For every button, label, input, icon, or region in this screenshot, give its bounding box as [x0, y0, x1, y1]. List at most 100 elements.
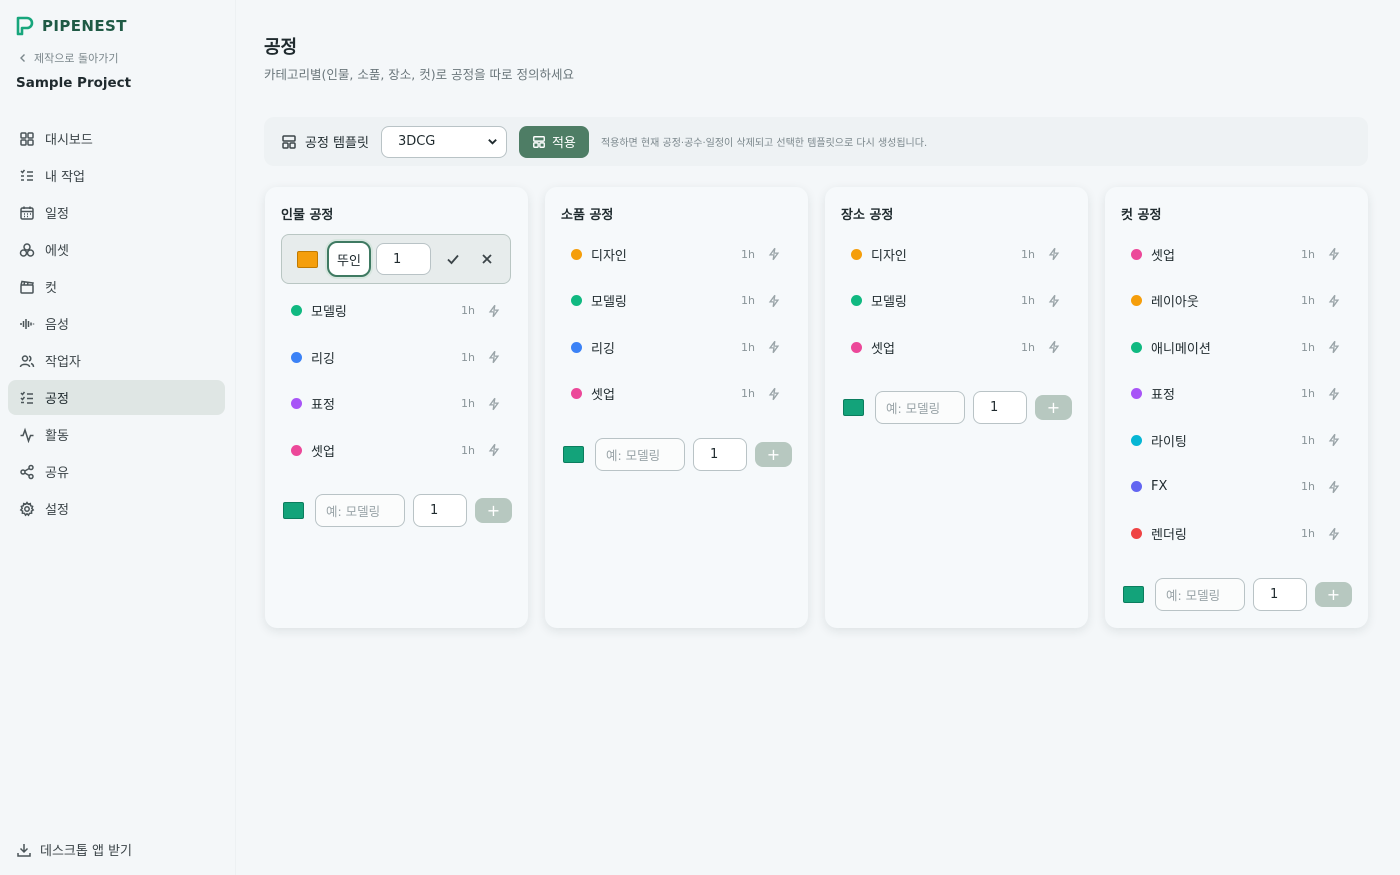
bolt-icon[interactable] [1327, 340, 1341, 354]
bolt-icon[interactable] [487, 397, 501, 411]
bolt-icon[interactable] [1327, 247, 1341, 261]
color-swatch[interactable] [297, 250, 318, 268]
new-process-hours-input[interactable]: 1 [973, 391, 1027, 424]
cancel-close-icon[interactable] [479, 251, 495, 267]
sidebar-item-settings[interactable]: 설정 [8, 491, 225, 526]
process-item[interactable]: 셋업 1h [841, 327, 1071, 367]
process-duration: 1h [1301, 294, 1315, 308]
add-process-button[interactable]: + [475, 498, 512, 523]
sidebar-item-cuts[interactable]: 컷 [8, 269, 225, 304]
apply-template-button[interactable]: 적용 [518, 125, 589, 158]
bolt-icon[interactable] [487, 350, 501, 364]
new-process-name-input[interactable]: 예: 모델링 [315, 494, 405, 527]
template-select-value: 3DCG [397, 134, 436, 149]
back-to-production-link[interactable]: 제작으로 돌아가기 [18, 50, 118, 66]
bolt-icon[interactable] [1047, 247, 1061, 261]
bolt-icon[interactable] [1327, 387, 1341, 401]
process-duration: 1h [741, 387, 755, 401]
sidebar-item-dashboard[interactable]: 대시보드 [8, 121, 225, 156]
bolt-icon[interactable] [1327, 527, 1341, 541]
sidebar: PIPENEST 제작으로 돌아가기 Sample Project 대시보드 내… [0, 0, 236, 875]
process-list-icon [20, 391, 33, 404]
new-process-name-input[interactable]: 예: 모델링 [595, 438, 685, 471]
process-color-dot [1131, 341, 1142, 353]
process-item[interactable]: 리깅 1h [561, 327, 791, 367]
new-process-hours-input[interactable]: 1 [413, 494, 467, 527]
process-item[interactable]: 모델링 1h [841, 281, 1071, 321]
process-column-character: 인물 공정 뚜인 1 모델링 1h 리깅 1h 표정 1h 셋업 1h 예: 모… [265, 187, 528, 628]
process-hours-input[interactable]: 1 [376, 243, 431, 275]
desktop-app-download-link[interactable]: 데스크톱 앱 받기 [16, 840, 132, 859]
process-item[interactable]: 셋업 1h [561, 374, 791, 414]
process-name: 셋업 [1151, 248, 1175, 264]
new-process-color-swatch[interactable] [283, 502, 304, 519]
bolt-icon[interactable] [767, 294, 781, 308]
bolt-icon[interactable] [767, 340, 781, 354]
process-item[interactable]: 표정 1h [1121, 374, 1351, 414]
share-icon [20, 464, 34, 479]
sidebar-item-schedule[interactable]: 일정 [8, 195, 225, 230]
bolt-icon[interactable] [1327, 433, 1341, 447]
process-item[interactable]: 표정 1h [281, 384, 511, 424]
process-item[interactable]: 셋업 1h [281, 430, 511, 470]
new-process-name-input[interactable]: 예: 모델링 [875, 391, 965, 424]
process-item[interactable]: 라이팅 1h [1121, 420, 1351, 460]
sidebar-item-my-tasks[interactable]: 내 작업 [8, 158, 225, 193]
process-duration: 1h [741, 340, 755, 354]
bolt-icon[interactable] [487, 304, 501, 318]
process-item[interactable]: 렌더링 1h [1121, 514, 1351, 554]
sidebar-item-process[interactable]: 공정 [8, 380, 225, 415]
process-name: 모델링 [311, 305, 347, 321]
column-title: 인물 공정 [281, 208, 334, 223]
process-item[interactable]: 리깅 1h [281, 337, 511, 377]
process-duration: 1h [1301, 387, 1315, 401]
process-color-dot [1131, 295, 1142, 307]
new-process-color-swatch[interactable] [843, 399, 864, 416]
back-link-label: 제작으로 돌아가기 [34, 52, 119, 65]
process-item[interactable]: 모델링 1h [281, 291, 511, 331]
new-process-name-input[interactable]: 예: 모델링 [1155, 578, 1245, 611]
add-process-button[interactable]: + [1315, 582, 1352, 607]
new-process-color-swatch[interactable] [1123, 586, 1144, 603]
bolt-icon[interactable] [1047, 294, 1061, 308]
bolt-icon[interactable] [1327, 480, 1341, 494]
process-item[interactable]: 애니메이션 1h [1121, 327, 1351, 367]
process-item[interactable]: 디자인 1h [561, 234, 791, 274]
bolt-icon[interactable] [487, 443, 501, 457]
add-process-button[interactable]: + [1035, 395, 1072, 420]
sidebar-item-share[interactable]: 공유 [8, 454, 225, 489]
process-item[interactable]: 모델링 1h [561, 281, 791, 321]
bolt-icon[interactable] [1047, 340, 1061, 354]
new-process-hours-input[interactable]: 1 [1253, 578, 1307, 611]
process-item[interactable]: 셋업 1h [1121, 234, 1351, 274]
process-item[interactable]: 디자인 1h [841, 234, 1071, 274]
process-item[interactable]: 레이아웃 1h [1121, 281, 1351, 321]
sidebar-item-audio[interactable]: 음성 [8, 306, 225, 341]
add-process-button[interactable]: + [755, 442, 792, 467]
new-process-hours-input[interactable]: 1 [693, 438, 747, 471]
process-color-dot [1131, 434, 1142, 446]
process-item[interactable]: FX 1h [1121, 467, 1351, 507]
assets-icon [19, 242, 35, 257]
bolt-icon[interactable] [767, 247, 781, 261]
task-list-icon [20, 169, 33, 181]
sidebar-item-activity[interactable]: 활동 [8, 417, 225, 452]
template-label: 공정 템플릿 [281, 132, 369, 151]
process-name: 애니메이션 [1151, 341, 1211, 357]
process-list: 디자인 1h 모델링 1h 리깅 1h 셋업 1h [561, 234, 791, 420]
sidebar-item-label: 에셋 [45, 244, 69, 259]
process-duration: 1h [461, 350, 475, 364]
sidebar-item-assets[interactable]: 에셋 [8, 232, 225, 267]
brand[interactable]: PIPENEST [16, 16, 127, 36]
process-color-dot [571, 388, 582, 400]
process-duration: 1h [461, 397, 475, 411]
template-select[interactable]: 3DCG [380, 125, 507, 158]
new-process-color-swatch[interactable] [563, 446, 584, 463]
sidebar-item-workers[interactable]: 작업자 [8, 343, 225, 378]
process-name-input[interactable]: 뚜인 [327, 241, 371, 277]
process-list: 디자인 1h 모델링 1h 셋업 1h [841, 234, 1071, 374]
bolt-icon[interactable] [1327, 294, 1341, 308]
template-label-text: 공정 템플릿 [305, 136, 369, 151]
confirm-check-icon[interactable] [445, 251, 461, 267]
bolt-icon[interactable] [767, 387, 781, 401]
